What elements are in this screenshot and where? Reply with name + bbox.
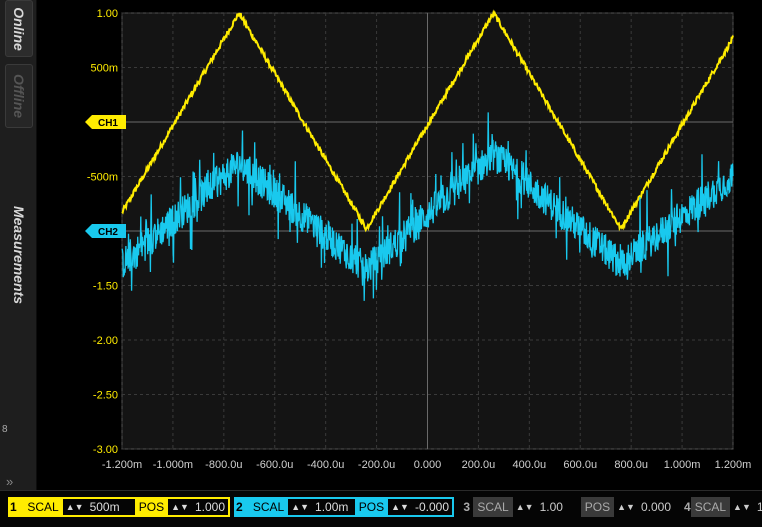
ch2-pos-value[interactable]: -0.000: [412, 500, 452, 514]
tab-online[interactable]: Online: [5, 0, 33, 57]
ch4-controls[interactable]: 4 SCAL ▲▼ 1: [684, 497, 762, 517]
marker-label: CH1: [98, 118, 118, 129]
ch4-number: 4: [684, 500, 691, 514]
ch1-scale-spinner-icon[interactable]: ▲▼: [63, 502, 87, 512]
x-tick-label: -600.0u: [256, 459, 293, 471]
ch4-scale-spinner-icon[interactable]: ▲▼: [730, 502, 754, 512]
y-tick-label: 500m: [90, 63, 118, 75]
ch3-pos-value[interactable]: 0.000: [638, 500, 674, 514]
marker-label: CH2: [98, 227, 118, 238]
x-tick-label: 400.0u: [513, 459, 547, 471]
y-tick-label: -2.00: [93, 335, 118, 347]
x-tick-label: 600.0u: [563, 459, 597, 471]
x-tick-label: -800.0u: [205, 459, 242, 471]
ch3-scale-spinner-icon[interactable]: ▲▼: [513, 502, 537, 512]
ch3-number: 3: [463, 500, 471, 514]
ch3-scale-label: SCAL: [473, 497, 513, 517]
ch3-scale-value[interactable]: 1.00: [537, 500, 581, 514]
waveform-plot[interactable]: -1.200m -1.000m -800.0u -600.0u -400.0u -200.…: [38, 0, 762, 490]
tab-offline[interactable]: Offline: [5, 64, 33, 128]
ch1-pos-spinner-icon[interactable]: ▲▼: [168, 502, 192, 512]
measurements-panel-toggle[interactable]: Measurements: [4, 196, 34, 314]
x-tick-label: 200.0u: [462, 459, 496, 471]
x-tick-label: -400.0u: [307, 459, 344, 471]
measurements-label: Measurements: [11, 205, 27, 305]
ch2-scale-label: SCAL: [248, 499, 289, 515]
x-tick-label: 800.0u: [614, 459, 648, 471]
marker-ch1[interactable]: CH1: [85, 115, 126, 129]
tab-offline-label: Offline: [11, 73, 27, 119]
ch2-pos-label: POS: [354, 499, 389, 515]
ch3-pos-label: POS: [580, 497, 615, 517]
left-sidebar: Online Offline Measurements 8 »: [0, 0, 37, 490]
y-tick-label: -2.50: [93, 390, 118, 402]
ch1-pos-label: POS: [134, 499, 169, 515]
ch1-number: 1: [10, 499, 24, 515]
x-tick-label: 1.000m: [664, 459, 701, 471]
ch3-pos-spinner-icon[interactable]: ▲▼: [614, 502, 638, 512]
collapse-icon[interactable]: »: [6, 474, 13, 489]
y-tick-label: -500m: [87, 172, 118, 184]
ch1-controls[interactable]: 1 SCAL ▲▼ 500m POS ▲▼ 1.000: [8, 497, 230, 517]
marker-ch2[interactable]: CH2: [85, 224, 126, 238]
ch1-scale-label: SCAL: [23, 499, 63, 515]
ch2-number: 2: [236, 499, 249, 515]
ch4-scale-value[interactable]: 1: [754, 500, 762, 514]
ch2-controls[interactable]: 2 SCAL ▲▼ 1.00m POS ▲▼ -0.000: [234, 497, 454, 517]
ch1-pos-value[interactable]: 1.000: [192, 500, 228, 514]
x-tick-label: -200.0u: [358, 459, 395, 471]
x-tick-label: -1.200m: [102, 459, 142, 471]
ch4-scale-label: SCAL: [690, 497, 731, 517]
scope-display[interactable]: -1.200m -1.000m -800.0u -600.0u -400.0u -200.…: [38, 0, 762, 490]
y-tick-label: -1.50: [93, 281, 118, 293]
y-tick-label: 1.00: [97, 8, 118, 20]
ch1-scale-value[interactable]: 500m: [87, 500, 131, 514]
tab-online-label: Online: [11, 6, 27, 51]
channel-control-bar: 1 SCAL ▲▼ 500m POS ▲▼ 1.000 2 SCAL ▲▼ 1.…: [0, 490, 762, 527]
x-tick-label: 1.200m: [715, 459, 752, 471]
ch3-controls[interactable]: 3 SCAL ▲▼ 1.00 POS ▲▼ 0.000: [460, 497, 674, 517]
ch2-pos-spinner-icon[interactable]: ▲▼: [388, 502, 412, 512]
ch2-scale-value[interactable]: 1.00m: [312, 500, 355, 514]
sidebar-small-label: 8: [2, 424, 8, 435]
x-tick-label: 0.000: [414, 459, 442, 471]
y-tick-label: -3.00: [93, 444, 118, 456]
ch2-scale-spinner-icon[interactable]: ▲▼: [288, 502, 312, 512]
x-tick-label: -1.000m: [153, 459, 193, 471]
